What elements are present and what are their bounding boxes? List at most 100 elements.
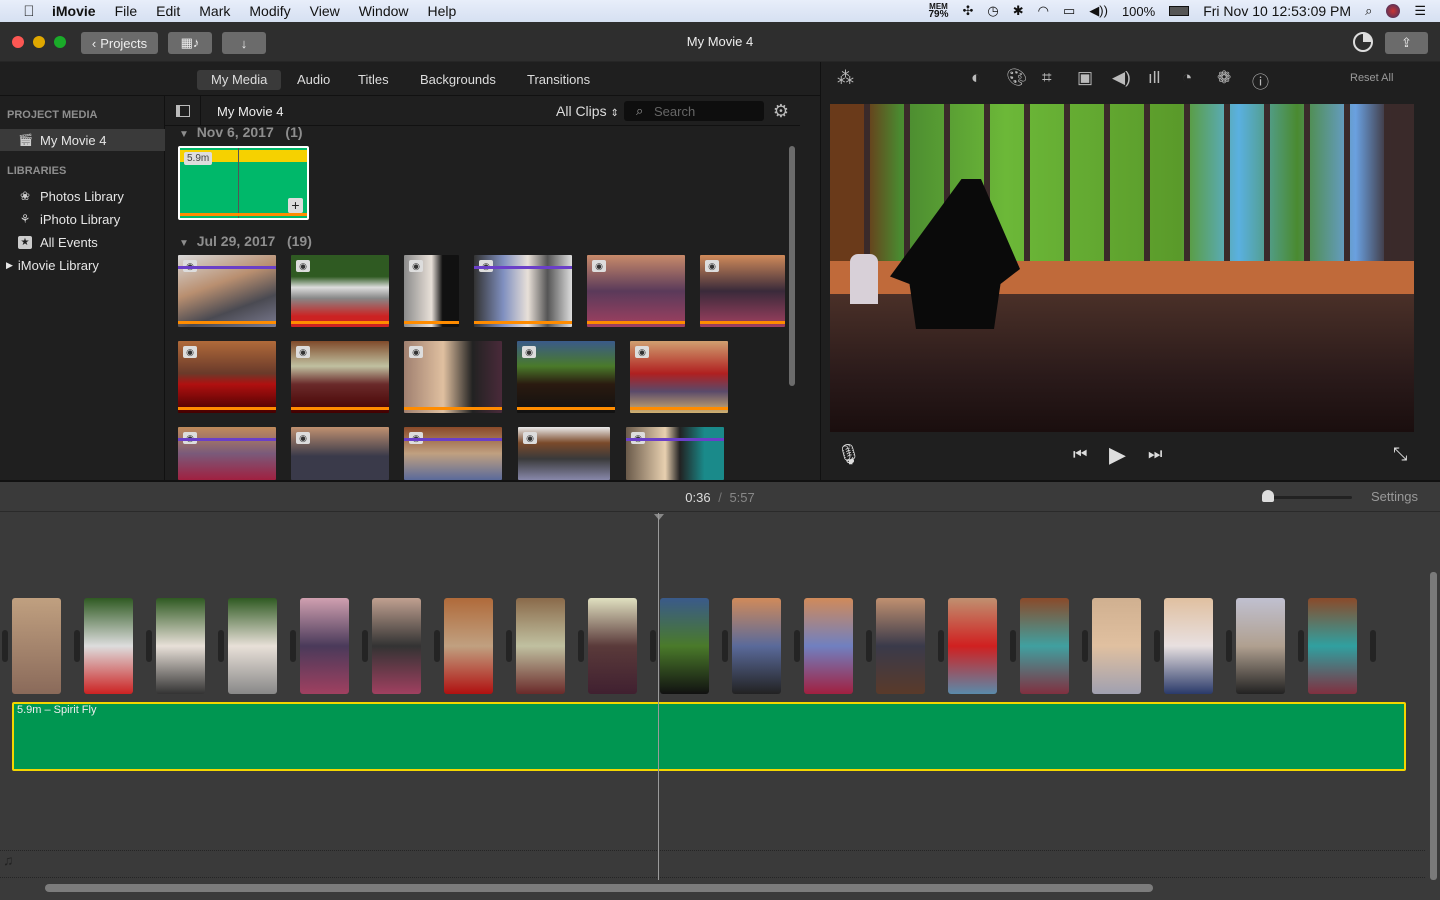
tab-audio[interactable]: Audio: [283, 70, 344, 90]
timeline-clip[interactable]: [876, 598, 925, 694]
menu-view[interactable]: View: [310, 3, 340, 19]
timeline-clip[interactable]: [948, 598, 997, 694]
timeline-clip[interactable]: [12, 598, 61, 694]
timeline-clip[interactable]: [444, 598, 493, 694]
audio-clip-thumbnail[interactable]: 5.9m +: [178, 146, 309, 220]
clip-filter-icon[interactable]: ❁: [1217, 68, 1231, 88]
tab-my-media[interactable]: My Media: [197, 70, 282, 90]
menu-modify[interactable]: Modify: [249, 3, 290, 19]
media-clip-thumbnail[interactable]: ◉: [291, 341, 389, 413]
add-clip-button[interactable]: +: [288, 198, 303, 213]
tab-transitions[interactable]: Transitions: [513, 70, 604, 90]
crop-icon[interactable]: ⌗: [1042, 68, 1052, 88]
transition-gap[interactable]: [74, 630, 80, 662]
sidebar-item-imovie-library[interactable]: ▶ iMovie Library: [0, 254, 165, 276]
media-clip-thumbnail[interactable]: ◉: [404, 427, 502, 480]
timeline-clip[interactable]: [300, 598, 349, 694]
transition-gap[interactable]: [722, 630, 728, 662]
media-clip-thumbnail[interactable]: ◉: [291, 255, 389, 327]
reset-all-button[interactable]: Reset All: [1350, 72, 1393, 84]
media-clip-thumbnail[interactable]: ◉: [178, 255, 276, 327]
menu-file[interactable]: File: [115, 3, 138, 19]
battery-percent[interactable]: 100%: [1122, 4, 1155, 19]
pinwheel-icon[interactable]: ✣: [963, 3, 974, 19]
fullscreen-icon[interactable]: ⤡: [1393, 444, 1407, 465]
stabilization-icon[interactable]: ▣: [1077, 68, 1093, 88]
timeline-clip[interactable]: [372, 598, 421, 694]
transition-gap[interactable]: [2, 630, 8, 662]
magic-wand-icon[interactable]: ⁂: [837, 68, 854, 88]
noise-reduction-icon[interactable]: ıll: [1148, 68, 1160, 88]
memory-status[interactable]: MEM 79%: [928, 3, 948, 20]
transition-gap[interactable]: [578, 630, 584, 662]
timeline-clip[interactable]: [732, 598, 781, 694]
timeline-audio-clip[interactable]: 5.9m – Spirit Fly: [12, 702, 1406, 771]
color-correction-icon[interactable]: 🎨︎: [1006, 68, 1028, 88]
sidebar-item-iphoto-library[interactable]: ⚘ iPhoto Library: [0, 208, 165, 230]
menu-app[interactable]: iMovie: [52, 3, 96, 19]
volume-icon[interactable]: ◀): [1112, 68, 1131, 88]
event-group-header[interactable]: ▼ Nov 6, 2017 (1): [179, 124, 303, 140]
transition-gap[interactable]: [218, 630, 224, 662]
media-clip-thumbnail[interactable]: ◉: [404, 341, 502, 413]
transition-gap[interactable]: [362, 630, 368, 662]
video-preview[interactable]: [830, 104, 1414, 432]
timeline-clip[interactable]: [1092, 598, 1141, 694]
menu-help[interactable]: Help: [428, 3, 457, 19]
media-clip-thumbnail[interactable]: ◉: [404, 255, 459, 327]
timeline-clip[interactable]: [1308, 598, 1357, 694]
transition-gap[interactable]: [794, 630, 800, 662]
timeline-clip[interactable]: [1020, 598, 1069, 694]
bluetooth-icon[interactable]: ✱: [1013, 3, 1024, 19]
menu-mark[interactable]: Mark: [199, 3, 230, 19]
media-clip-thumbnail[interactable]: ◉: [700, 255, 785, 327]
menu-window[interactable]: Window: [359, 3, 409, 19]
transition-gap[interactable]: [290, 630, 296, 662]
transition-gap[interactable]: [1010, 630, 1016, 662]
media-clip-thumbnail[interactable]: ◉: [517, 341, 615, 413]
media-clip-thumbnail[interactable]: ◉: [474, 255, 572, 327]
battery-icon[interactable]: [1169, 6, 1190, 16]
tab-titles[interactable]: Titles: [344, 70, 403, 90]
transition-gap[interactable]: [146, 630, 152, 662]
timeline-clip[interactable]: [516, 598, 565, 694]
media-clip-thumbnail[interactable]: ◉: [178, 427, 276, 480]
volume-icon[interactable]: ◀)): [1089, 3, 1108, 19]
transition-gap[interactable]: [1370, 630, 1376, 662]
slider-thumb[interactable]: [1262, 490, 1274, 502]
media-clip-thumbnail[interactable]: ◉: [626, 427, 724, 480]
transition-gap[interactable]: [434, 630, 440, 662]
wifi-icon[interactable]: ◠: [1038, 3, 1049, 19]
play-icon[interactable]: ▶: [1109, 442, 1126, 468]
disclosure-triangle-icon[interactable]: ▶: [6, 260, 13, 271]
siri-icon[interactable]: [1386, 4, 1401, 18]
media-browser-scrollbar[interactable]: [789, 146, 795, 386]
transition-gap[interactable]: [866, 630, 872, 662]
airplay-icon[interactable]: ▭: [1063, 3, 1075, 19]
microphone-icon[interactable]: 🎙︎: [836, 442, 861, 467]
timeline-clip[interactable]: [84, 598, 133, 694]
timeline-clip[interactable]: [660, 598, 709, 694]
timeline-clip[interactable]: [1236, 598, 1285, 694]
timeline-clip[interactable]: [588, 598, 637, 694]
sidebar-toggle-button[interactable]: [165, 96, 201, 126]
notification-center-icon[interactable]: ☰: [1414, 3, 1426, 19]
event-group-header[interactable]: ▼ Jul 29, 2017 (19): [179, 233, 312, 249]
tab-backgrounds[interactable]: Backgrounds: [406, 70, 510, 90]
transition-gap[interactable]: [1082, 630, 1088, 662]
timeline-horizontal-scrollbar[interactable]: [45, 884, 1153, 892]
timeline-zoom-slider[interactable]: [1262, 490, 1352, 502]
transition-gap[interactable]: [506, 630, 512, 662]
sidebar-item-my-movie[interactable]: 🎬︎ My Movie 4: [0, 129, 165, 151]
info-icon[interactable]: ⓘ: [1252, 68, 1269, 93]
transition-gap[interactable]: [650, 630, 656, 662]
media-clip-thumbnail[interactable]: ◉: [630, 341, 728, 413]
share-button[interactable]: ⇪: [1385, 32, 1428, 54]
media-clip-thumbnail[interactable]: ◉: [291, 427, 389, 480]
transition-gap[interactable]: [1154, 630, 1160, 662]
clip-filter-dropdown[interactable]: All Clips ⇕: [556, 103, 619, 119]
apple-menu-icon[interactable]: : [20, 3, 38, 20]
timeline-clip[interactable]: [804, 598, 853, 694]
sidebar-item-photos-library[interactable]: ❀ Photos Library: [0, 185, 165, 207]
speed-icon[interactable]: ◔: [1182, 68, 1192, 88]
